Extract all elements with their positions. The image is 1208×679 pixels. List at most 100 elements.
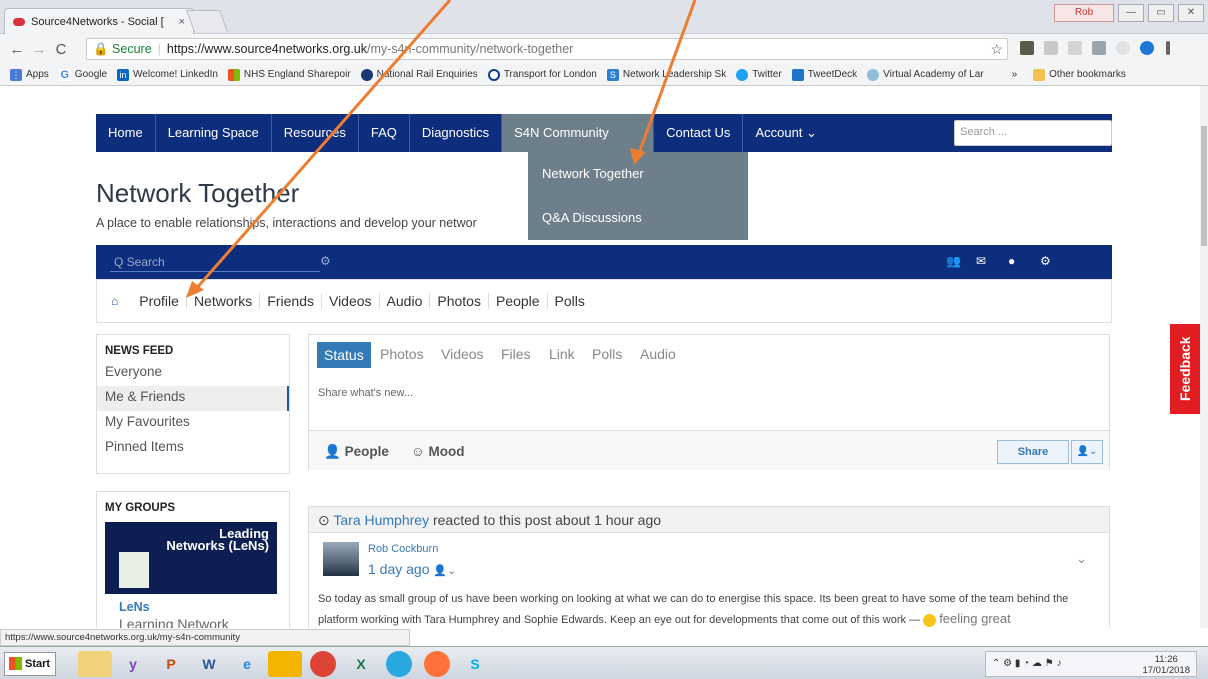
scrollbar-thumb[interactable] [1201, 126, 1207, 246]
skype-extension-icon[interactable] [1140, 41, 1154, 55]
other-bookmarks-folder[interactable]: Other bookmarks [1033, 68, 1126, 81]
app-taskbar-icon[interactable] [386, 651, 412, 677]
extension-icon[interactable] [1044, 41, 1058, 55]
back-button[interactable]: ← [6, 41, 28, 58]
file-explorer-taskbar-icon[interactable] [78, 651, 112, 677]
tab-videos-composer[interactable]: Videos [441, 346, 484, 362]
group-name[interactable]: LeNs [119, 600, 150, 614]
profile-button[interactable]: Rob [1054, 4, 1114, 22]
bookmark-star-icon[interactable]: ☆ [990, 41, 1003, 58]
my-groups-panel: MY GROUPS Leading Networks (LeNs) LeNs L… [96, 491, 290, 628]
bookmark-google[interactable]: G Google [58, 68, 107, 81]
status-textarea[interactable]: Share what's new... [318, 387, 413, 399]
post-timestamp[interactable]: 1 day ago 👤⌄ [368, 561, 456, 577]
community-search-input[interactable]: Q Search [110, 252, 320, 272]
site-search-input[interactable]: Search ... [954, 120, 1112, 146]
bookmark-tfl[interactable]: Transport for London [487, 68, 597, 81]
tab-people[interactable]: People [489, 293, 548, 309]
bookmarks-more-button[interactable]: » [1012, 69, 1018, 80]
maximize-button[interactable]: ▭ [1148, 4, 1174, 22]
tab-photos[interactable]: Photos [430, 293, 489, 309]
browser-tab[interactable]: Source4Networks - Social [ × [4, 8, 194, 34]
settings-icon[interactable]: ⚙ [1040, 254, 1051, 268]
bookmark-linkedin[interactable]: in Welcome! LinkedIn [117, 68, 218, 81]
nav-resources[interactable]: Resources [272, 114, 359, 152]
reactor-link[interactable]: Tara Humphrey [333, 512, 429, 528]
share-button[interactable]: Share [997, 440, 1069, 464]
close-window-button[interactable]: ✕ [1178, 4, 1204, 22]
post-author[interactable]: Rob Cockburn [368, 543, 438, 555]
powerpoint-taskbar-icon[interactable]: P [154, 651, 188, 677]
dropdown-qa-discussions[interactable]: Q&A Discussions [528, 196, 748, 240]
visibility-dropdown[interactable]: 👤⌄ [1071, 440, 1103, 464]
tab-polls[interactable]: Polls [548, 293, 592, 309]
extension-icon[interactable] [1092, 41, 1106, 55]
tab-networks[interactable]: Networks [187, 293, 261, 309]
tab-photos-composer[interactable]: Photos [380, 346, 424, 362]
feedback-tab[interactable]: Feedback [1170, 324, 1200, 414]
new-tab-button[interactable] [185, 10, 229, 32]
nav-home[interactable]: Home [96, 114, 156, 152]
bookmark-network-leadership[interactable]: S Network Leadership Sk [606, 68, 726, 81]
nav-faq[interactable]: FAQ [359, 114, 410, 152]
gear-icon[interactable]: ⚙ [320, 254, 331, 268]
excel-taskbar-icon[interactable]: X [344, 651, 378, 677]
extension-icon[interactable] [1116, 41, 1130, 55]
url-input[interactable]: 🔒 Secure | https://www.source4networks.o… [86, 38, 1008, 60]
nav-account[interactable]: Account ⌄ [743, 114, 829, 152]
firefox-taskbar-icon[interactable] [424, 651, 450, 677]
post-options-chevron-icon[interactable]: ⌄ [1076, 551, 1087, 567]
reload-button[interactable]: C [50, 41, 72, 58]
ie-taskbar-icon[interactable]: e [230, 651, 264, 677]
bookmark-national-rail[interactable]: National Rail Enquiries [360, 68, 478, 81]
secure-badge[interactable]: 🔒 Secure [93, 42, 152, 57]
mood-button[interactable]: ☺ Mood [411, 444, 465, 459]
dropdown-network-together[interactable]: Network Together [528, 152, 748, 196]
friends-icon[interactable]: 👥 [946, 254, 961, 268]
tray-clock[interactable]: 11:26 17/01/2018 [1142, 654, 1190, 676]
feed-my-favourites[interactable]: My Favourites [97, 411, 289, 436]
group-cover-image[interactable]: Leading Networks (LeNs) [105, 522, 277, 594]
minimize-button[interactable]: — [1118, 4, 1144, 22]
extension-icon[interactable] [1068, 41, 1082, 55]
tab-close-icon[interactable]: × [179, 16, 185, 28]
avatar[interactable] [323, 542, 359, 576]
nav-s4n-community[interactable]: S4N Community [502, 114, 655, 152]
feed-me-friends[interactable]: Me & Friends [97, 386, 289, 411]
yammer-taskbar-icon[interactable]: y [116, 651, 150, 677]
extension-icon[interactable] [1020, 41, 1034, 55]
privacy-icon[interactable]: 👤⌄ [433, 565, 456, 577]
home-icon[interactable]: ⌂ [97, 293, 132, 309]
bookmark-twitter[interactable]: Twitter [736, 68, 782, 81]
bookmark-nhs-sharepoint[interactable]: NHS England Sharepoir [227, 68, 351, 81]
word-taskbar-icon[interactable]: W [192, 651, 226, 677]
mail-icon[interactable]: ✉ [976, 254, 986, 268]
nav-diagnostics[interactable]: Diagnostics [410, 114, 503, 152]
skype-taskbar-icon[interactable]: S [458, 651, 492, 677]
tab-link[interactable]: Link [549, 346, 575, 362]
page-scrollbar[interactable] [1200, 86, 1208, 628]
bookmark-tweetdeck[interactable]: TweetDeck [791, 68, 857, 81]
feed-pinned-items[interactable]: Pinned Items [97, 436, 289, 461]
tab-friends[interactable]: Friends [260, 293, 322, 309]
nav-learning-space[interactable]: Learning Space [156, 114, 272, 152]
feed-everyone[interactable]: Everyone [97, 361, 289, 386]
forward-button[interactable]: → [28, 41, 50, 58]
tab-videos[interactable]: Videos [322, 293, 380, 309]
tab-polls-composer[interactable]: Polls [592, 346, 622, 362]
bookmark-virtual-academy[interactable]: Virtual Academy of Lar [867, 68, 984, 81]
start-button[interactable]: Start [4, 652, 56, 676]
nav-contact-us[interactable]: Contact Us [654, 114, 744, 152]
tray-icons[interactable]: ⌃ ⚙ ▮ ◔ ☁ ⚑ ♪ [992, 658, 1062, 669]
chrome-taskbar-icon[interactable] [310, 651, 336, 677]
globe-icon[interactable]: ● [1008, 254, 1015, 268]
tab-profile[interactable]: Profile [132, 293, 187, 309]
people-button[interactable]: 👤 People [324, 444, 389, 460]
menu-icon[interactable] [1166, 41, 1170, 55]
bookmark-apps[interactable]: ⋮ Apps [10, 68, 49, 81]
tab-audio[interactable]: Audio [380, 293, 431, 309]
tab-status[interactable]: Status [317, 342, 371, 368]
tab-audio-composer[interactable]: Audio [640, 346, 676, 362]
tab-files[interactable]: Files [501, 346, 531, 362]
outlook-taskbar-icon[interactable] [268, 651, 302, 677]
